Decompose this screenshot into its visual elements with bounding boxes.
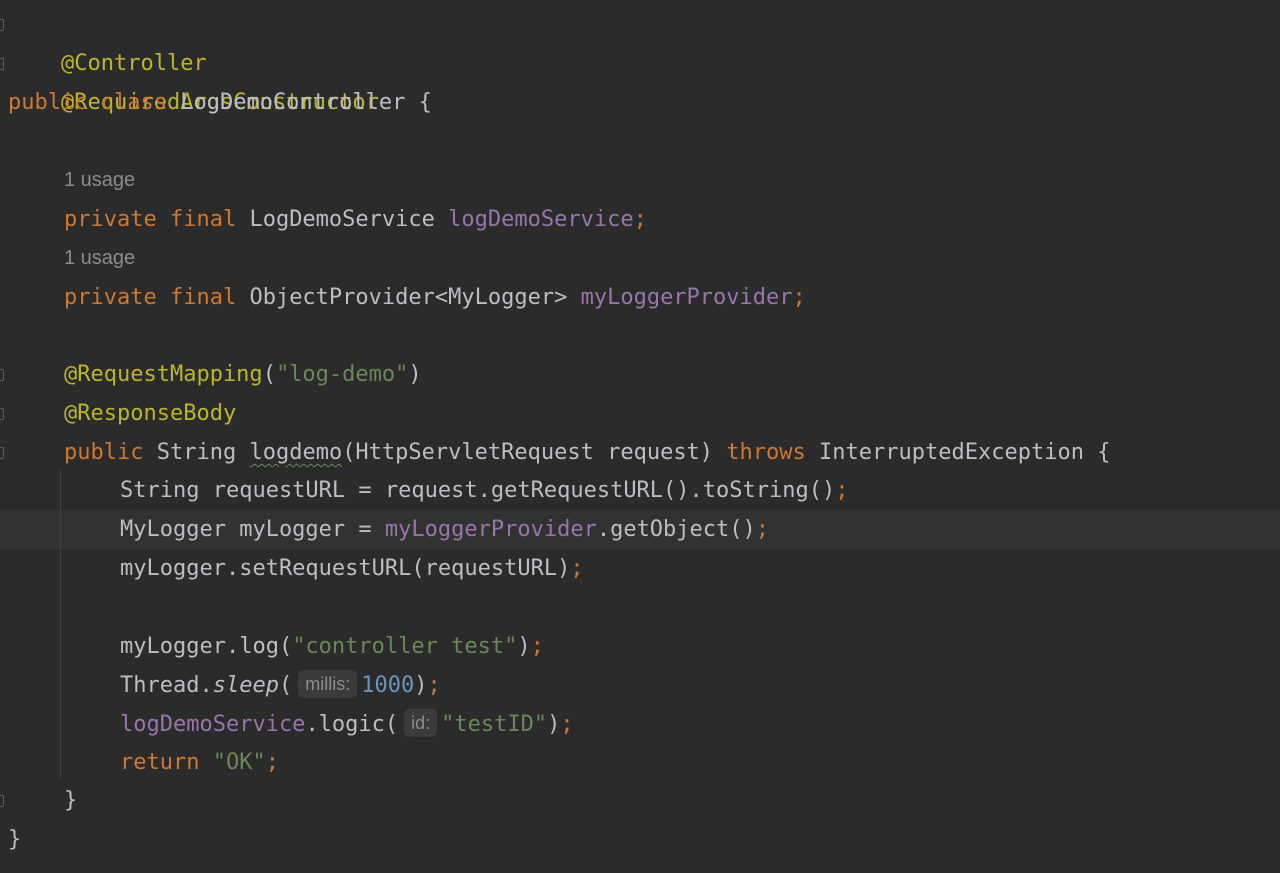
- code-line[interactable]: private final ObjectProvider<MyLogger> m…: [64, 278, 806, 317]
- exception-token: InterruptedException: [819, 440, 1084, 465]
- code-line[interactable]: @ResponseBody: [64, 394, 236, 433]
- field-token: myLoggerProvider: [384, 517, 597, 542]
- paren-token: (: [278, 673, 293, 698]
- annotation-token: @ResponseBody: [64, 401, 237, 426]
- type-token: String: [156, 440, 237, 465]
- code-line[interactable]: Thread.sleep(millis: 1000);: [120, 666, 441, 705]
- paren-token: ): [517, 634, 531, 659]
- call-token: .getObject(): [596, 517, 756, 542]
- semicolon-token: ;: [835, 478, 849, 503]
- semicolon-token: ;: [570, 556, 584, 581]
- type-token: ObjectProvider<MyLogger>: [249, 285, 568, 310]
- usage-hint[interactable]: 1 usage: [64, 161, 135, 200]
- brace-token: }: [64, 788, 78, 813]
- code-line[interactable]: return "OK";: [120, 743, 279, 782]
- code-line[interactable]: }: [8, 820, 21, 859]
- semicolon-token: ;: [530, 634, 544, 659]
- number-token: 1000: [361, 673, 415, 698]
- class-ref-token: Thread.: [120, 673, 213, 698]
- keyword-token: class: [100, 90, 167, 115]
- keyword-token: return: [120, 750, 200, 775]
- static-method-token: sleep: [212, 673, 279, 698]
- semicolon-token: ;: [265, 750, 279, 775]
- code-line[interactable]: logDemoService.logic(id: "testID");: [120, 705, 574, 744]
- declaration-token: MyLogger myLogger =: [120, 517, 385, 542]
- code-line[interactable]: @RequiredArgsConstructor: [8, 44, 379, 115]
- keyword-token: final: [169, 285, 237, 310]
- string-token: "log-demo": [275, 362, 409, 387]
- code-line[interactable]: private final LogDemoService logDemoServ…: [64, 200, 647, 239]
- field-token: myLoggerProvider: [580, 285, 793, 310]
- call-token: .logic(: [305, 712, 399, 737]
- class-name-token: LogDemoController: [180, 90, 406, 115]
- parameter-hint: millis:: [298, 670, 358, 698]
- code-line[interactable]: public class LogDemoController {: [8, 83, 432, 122]
- fold-marker-icon[interactable]: [0, 795, 4, 807]
- keyword-token: throws: [726, 440, 806, 465]
- usage-hint[interactable]: 1 usage: [64, 239, 135, 278]
- string-token: "controller test": [292, 634, 518, 659]
- string-token: "OK": [212, 750, 266, 775]
- code-editor[interactable]: @Controller @RequiredArgsConstructor pub…: [0, 0, 1280, 873]
- keyword-token: public: [8, 90, 88, 115]
- brace-token: {: [418, 90, 432, 115]
- type-token: LogDemoService: [249, 207, 435, 232]
- semicolon-token: ;: [427, 673, 441, 698]
- code-line[interactable]: public String logdemo(HttpServletRequest…: [64, 433, 1110, 472]
- code-line[interactable]: @RequestMapping("log-demo"): [64, 355, 422, 394]
- fold-marker-icon[interactable]: [0, 19, 4, 31]
- fold-marker-icon[interactable]: [0, 447, 4, 459]
- paren-token: ): [408, 362, 422, 387]
- field-token: logDemoService: [120, 712, 306, 737]
- code-line[interactable]: String requestURL = request.getRequestUR…: [120, 471, 849, 510]
- string-token: "testID": [441, 712, 548, 737]
- code-line[interactable]: myLogger.log("controller test");: [120, 627, 544, 666]
- brace-token: {: [1097, 440, 1111, 465]
- params-token: (HttpServletRequest request): [342, 440, 714, 465]
- fold-marker-icon[interactable]: [0, 58, 4, 70]
- method-name-token: logdemo: [249, 440, 343, 465]
- semicolon-token: ;: [633, 207, 647, 232]
- fold-marker-icon[interactable]: [0, 369, 4, 381]
- call-token: myLogger.log(: [120, 634, 293, 659]
- field-token: logDemoService: [448, 207, 634, 232]
- keyword-token: private: [64, 285, 157, 310]
- statement-token: myLogger.setRequestURL(requestURL): [120, 556, 571, 581]
- paren-token: (: [262, 362, 276, 387]
- semicolon-token: ;: [560, 712, 574, 737]
- semicolon-token: ;: [792, 285, 806, 310]
- fold-marker-icon[interactable]: [0, 408, 4, 420]
- brace-token: }: [8, 827, 22, 852]
- annotation-token: @RequestMapping: [64, 362, 263, 387]
- keyword-token: public: [64, 440, 144, 465]
- code-line[interactable]: }: [64, 781, 77, 820]
- parameter-hint: id:: [404, 709, 438, 737]
- code-line[interactable]: myLogger.setRequestURL(requestURL);: [120, 549, 584, 588]
- code-line[interactable]: @Controller: [8, 5, 207, 76]
- semicolon-token: ;: [755, 517, 770, 542]
- code-line-current[interactable]: MyLogger myLogger = myLoggerProvider.get…: [120, 510, 769, 549]
- keyword-token: private: [64, 207, 157, 232]
- paren-token: ): [414, 673, 428, 698]
- indent-guide: [60, 470, 61, 780]
- keyword-token: final: [169, 207, 237, 232]
- paren-token: ): [547, 712, 561, 737]
- statement-token: String requestURL = request.getRequestUR…: [120, 478, 836, 503]
